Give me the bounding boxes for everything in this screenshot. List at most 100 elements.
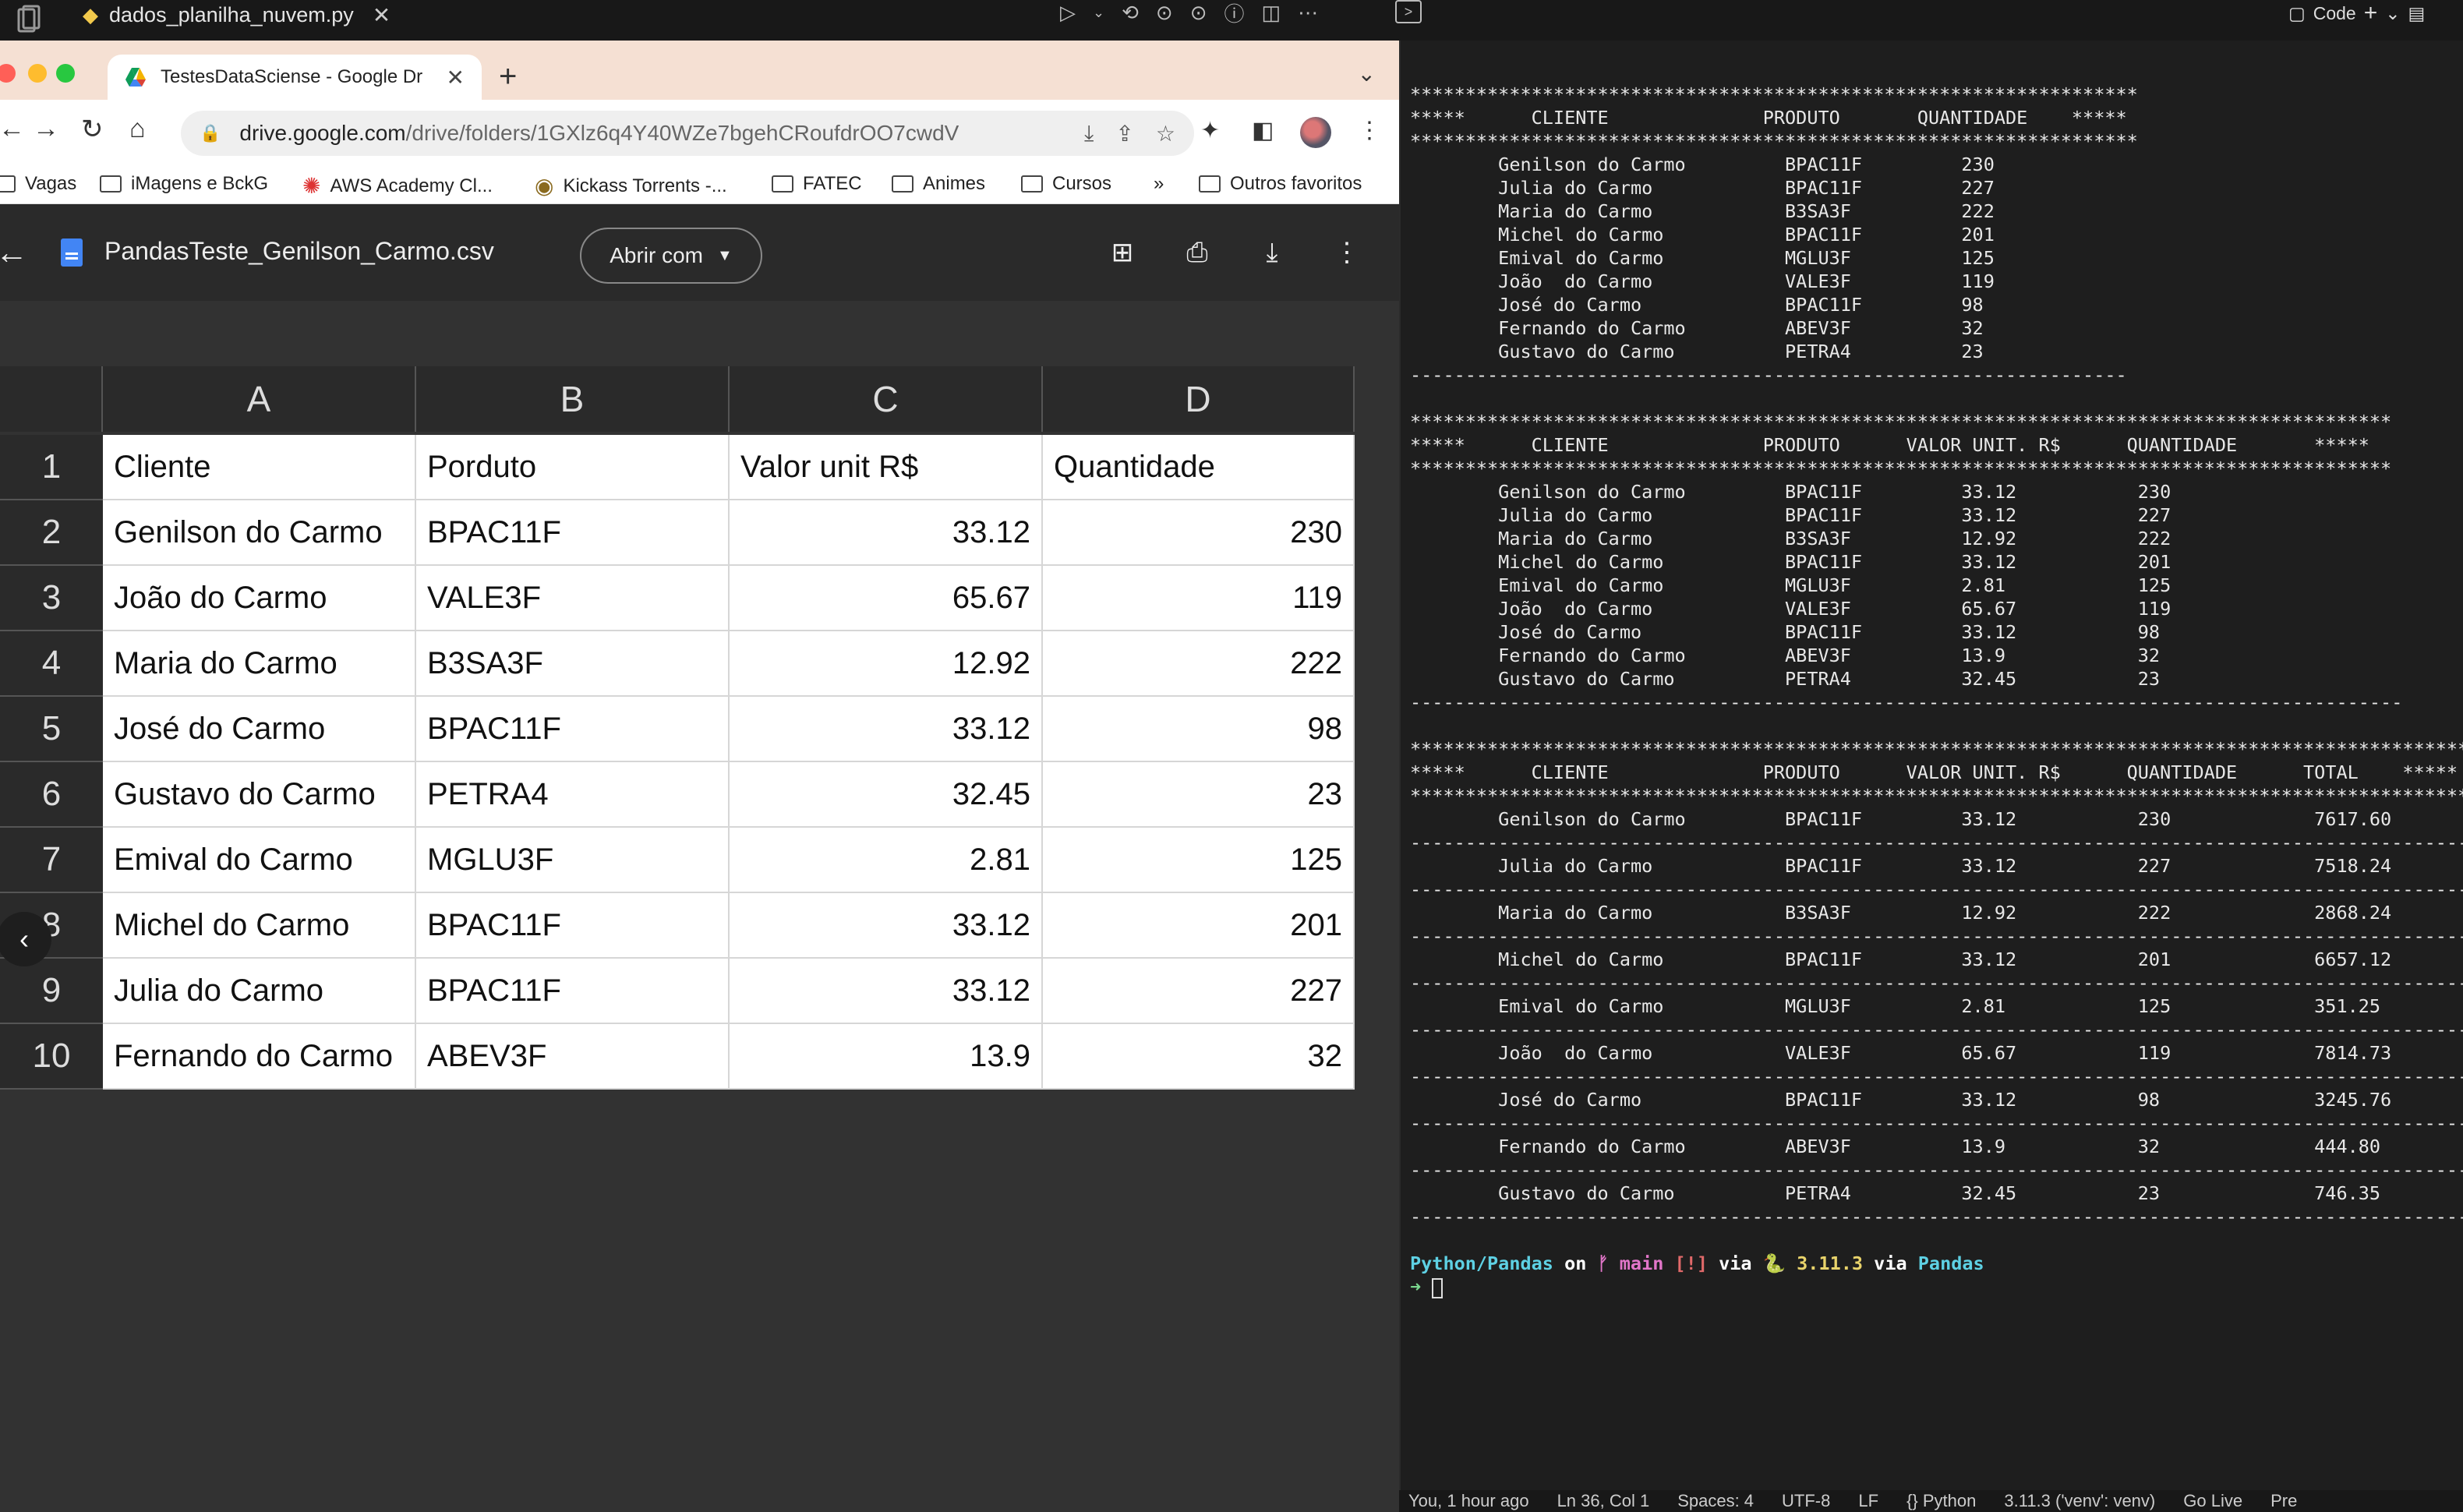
address-bar[interactable]: 🔒 drive.google.com/drive/folders/1GXlz6q… xyxy=(181,111,1194,156)
prompt-segment: ᚠ main xyxy=(1597,1252,1664,1274)
more-actions-icon[interactable]: ⋮ xyxy=(1330,235,1364,270)
git-compare-icon[interactable]: ⟲ xyxy=(1122,1,1139,25)
google-drive-icon xyxy=(125,68,146,87)
add-icon[interactable]: + xyxy=(2364,0,2378,26)
kickass-icon: ◉ xyxy=(535,174,554,198)
lock-icon[interactable]: 🔒 xyxy=(200,123,221,143)
sheet-cell: 23 xyxy=(1043,762,1355,828)
close-tab-icon[interactable]: ✕ xyxy=(447,65,465,90)
terminal-selector[interactable]: ▢ Code + ⌄ ▤ xyxy=(2288,0,2425,26)
minimize-window-button[interactable] xyxy=(28,64,47,83)
profile-avatar[interactable] xyxy=(1300,117,1331,148)
status-item[interactable]: Ln 36, Col 1 xyxy=(1557,1491,1650,1511)
explorer-icon[interactable] xyxy=(11,5,47,37)
run-icon[interactable]: ▷ xyxy=(1060,1,1076,25)
sheet-cell: 32.45 xyxy=(730,762,1043,828)
terminal-cursor xyxy=(1432,1277,1444,1298)
bookmark-item[interactable]: FATEC xyxy=(772,173,862,195)
terminal-line: ----------------------------------------… xyxy=(1410,691,2403,713)
git-prev-icon[interactable]: ⊙ xyxy=(1156,1,1173,25)
download-icon[interactable]: ⤓ xyxy=(1255,235,1289,270)
bookmark-item[interactable]: Vagas xyxy=(0,173,76,195)
back-icon[interactable]: ← xyxy=(0,114,25,144)
sheet-cell: Gustavo do Carmo xyxy=(103,762,416,828)
reload-icon[interactable]: ↻ xyxy=(81,114,104,145)
bookmark-item[interactable]: Animes xyxy=(892,173,985,195)
terminal-line: ****************************************… xyxy=(1410,83,2138,105)
row-header: 1 xyxy=(0,435,103,500)
side-panel-icon[interactable]: ◧ xyxy=(1252,117,1274,144)
sheet-cell: 33.12 xyxy=(730,893,1043,959)
input-line[interactable]: ➜ xyxy=(1410,1275,2463,1298)
terminal-line: Gustavo do Carmo PETRA4 32.45 23 xyxy=(1410,668,2161,690)
vscode-title-bar: ◆ dados_planilha_nuvem.py ✕ ▷ ⌄ ⟲ ⊙ ⊙ ⓘ … xyxy=(0,0,2463,41)
status-item[interactable]: {} Python xyxy=(1906,1491,1976,1511)
new-tab-button[interactable]: + xyxy=(499,59,517,94)
bookmark-item[interactable]: iMagens e BckG xyxy=(100,173,268,195)
folder-icon xyxy=(892,175,913,193)
open-with-label: Abrir com xyxy=(610,243,703,267)
sheet-cell: BPAC11F xyxy=(416,697,730,762)
status-item[interactable]: UTF-8 xyxy=(1782,1491,1830,1511)
share-icon[interactable]: ⇪ xyxy=(1115,121,1133,147)
address-url[interactable]: drive.google.com/drive/folders/1GXlz6q4Y… xyxy=(239,121,1062,146)
add-comment-icon[interactable]: ⊞ xyxy=(1105,235,1140,270)
terminal-icon[interactable]: > xyxy=(1395,0,1422,23)
layout-icon[interactable]: ▤ xyxy=(2408,3,2426,24)
more-icon[interactable]: ⋯ xyxy=(1298,1,1318,25)
terminal-line: ----------------------------------------… xyxy=(1410,1019,2463,1040)
tab-search-icon[interactable]: ⌄ xyxy=(1358,61,1376,87)
status-item[interactable]: Spaces: 4 xyxy=(1677,1491,1754,1511)
sheet-corner xyxy=(0,366,103,432)
status-item[interactable]: 3.11.3 ('venv': venv) xyxy=(2004,1491,2155,1511)
terminal-line: Gustavo do Carmo PETRA4 23 xyxy=(1410,341,1984,362)
more-bookmarks[interactable]: » xyxy=(1154,173,1164,195)
print-icon[interactable]: ⎙ xyxy=(1180,235,1214,270)
forward-icon[interactable]: → xyxy=(33,114,59,144)
browser-tab[interactable]: TestesDataSciense - Google Dr ✕ xyxy=(108,55,482,100)
terminal-line: João do Carmo VALE3F 65.67 119 7814.73 xyxy=(1410,1042,2392,1064)
terminal-shell-icon: ▢ xyxy=(2288,2,2306,23)
git-next-icon[interactable]: ⊙ xyxy=(1190,1,1207,25)
menu-icon[interactable]: ⋮ xyxy=(1358,117,1381,144)
status-bar: You, 1 hour ago Ln 36, Col 1 Spaces: 4 UTF-… xyxy=(1399,1490,2463,1512)
caret-down-icon: ▼ xyxy=(717,246,733,264)
zoom-window-button[interactable] xyxy=(56,64,75,83)
status-item[interactable]: You, 1 hour ago xyxy=(1408,1491,1529,1511)
extensions-icon[interactable]: ✦ xyxy=(1200,117,1220,144)
bookmark-star-icon[interactable]: ☆ xyxy=(1156,121,1175,147)
prompt-segment: via xyxy=(1863,1252,1918,1274)
back-arrow-icon[interactable]: ← xyxy=(0,234,28,271)
status-item[interactable]: Go Live xyxy=(2183,1491,2242,1511)
terminal-line: Michel do Carmo BPAC11F 33.12 201 xyxy=(1410,551,2171,573)
folder-icon xyxy=(0,175,16,193)
status-item[interactable]: LF xyxy=(1858,1491,1878,1511)
home-icon[interactable]: ⌂ xyxy=(129,114,146,144)
install-icon[interactable]: ⤓ xyxy=(1084,121,1094,147)
prompt-segment: Pandas xyxy=(1917,1252,1984,1274)
status-item[interactable]: Pre xyxy=(2270,1491,2297,1511)
terminal-line: Michel do Carmo BPAC11F 201 xyxy=(1410,224,1995,246)
close-icon[interactable]: ✕ xyxy=(373,2,390,28)
close-window-button[interactable] xyxy=(0,64,16,83)
sheet-cell: Valor unit R$ xyxy=(730,435,1043,500)
sheet-cell: Genilson do Carmo xyxy=(103,500,416,566)
prompt-segment: [!] xyxy=(1663,1252,1708,1274)
open-with-button[interactable]: Abrir com ▼ xyxy=(580,228,762,284)
split-editor-icon[interactable]: ◫ xyxy=(1262,1,1281,25)
chevron-down-icon[interactable]: ⌄ xyxy=(2385,3,2400,24)
terminal-line: Emival do Carmo MGLU3F 2.81 125 xyxy=(1410,574,2171,596)
bookmark-item[interactable]: Outros favoritos xyxy=(1199,173,1362,195)
chevron-down-icon[interactable]: ⌄ xyxy=(1093,5,1104,21)
column-header: D xyxy=(1043,366,1355,432)
integrated-terminal[interactable]: ****************************************… xyxy=(1399,41,2463,1512)
sheet-cell: Maria do Carmo xyxy=(103,631,416,697)
toolbar: ← → ↻ ⌂ 🔒 drive.google.com/drive/folders… xyxy=(0,100,1399,165)
bookmark-item[interactable]: ✺ AWS Academy Cl... xyxy=(302,173,493,199)
prompt-segment: Python/Pandas xyxy=(1410,1252,1553,1274)
timeline-icon[interactable]: ⓘ xyxy=(1224,0,1244,27)
editor-tab[interactable]: ◆ dados_planilha_nuvem.py ✕ xyxy=(83,0,390,30)
row-header: 7 xyxy=(0,828,103,893)
bookmark-item[interactable]: ◉ Kickass Torrents -... xyxy=(535,173,727,199)
bookmark-item[interactable]: Cursos xyxy=(1021,173,1111,195)
